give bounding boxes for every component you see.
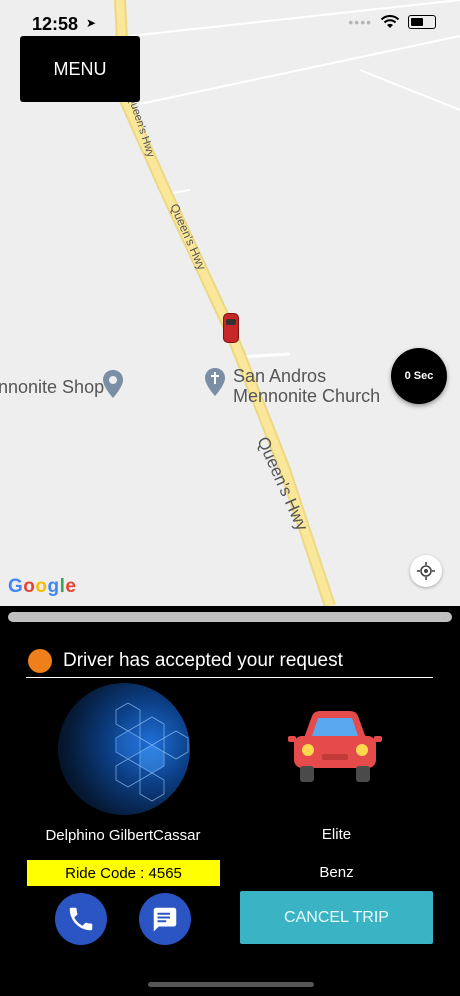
- car-type: Elite: [321, 826, 352, 843]
- status-time: 12:58: [32, 14, 79, 34]
- google-logo: Google: [8, 576, 77, 597]
- cancel-trip-button[interactable]: CANCEL TRIP: [240, 891, 433, 944]
- trip-panel: Driver has accepted your request Delphin…: [0, 606, 460, 996]
- drag-handle[interactable]: [8, 612, 452, 622]
- menu-button[interactable]: MENU: [20, 36, 140, 102]
- shop-label: nnonite Shop: [0, 377, 105, 397]
- status-indicator-dot: [28, 649, 52, 673]
- trip-status-text: Driver has accepted your request: [63, 650, 343, 671]
- church-label-line2: Mennonite Church: [233, 386, 381, 406]
- divider: [26, 677, 433, 678]
- crosshair-icon: [417, 562, 435, 580]
- road-label-middle: Queen's Hwy: [167, 202, 209, 273]
- my-location-button[interactable]: [410, 555, 442, 587]
- driver-avatar: [58, 683, 190, 815]
- church-pin-icon[interactable]: [204, 367, 226, 397]
- message-driver-button[interactable]: [139, 893, 191, 945]
- church-label-line1: San Andros: [233, 366, 327, 386]
- signal-dots-icon: ••••: [348, 14, 372, 30]
- ride-code: Ride Code : 4565: [27, 860, 220, 886]
- phone-icon: [69, 907, 93, 931]
- driver-car-marker: [223, 313, 239, 343]
- timer-badge: 0 Sec: [391, 348, 447, 404]
- location-arrow-icon: ➤: [86, 16, 97, 30]
- car-model: Benz: [319, 864, 354, 881]
- car-icon: [288, 711, 382, 782]
- church-label: San Andros Mennonite Church: [233, 366, 380, 406]
- home-indicator: [148, 982, 314, 987]
- call-driver-button[interactable]: [55, 893, 107, 945]
- wifi-icon: [380, 15, 400, 28]
- shop-pin-icon[interactable]: [102, 369, 124, 399]
- battery-icon: [408, 15, 436, 29]
- driver-name: Delphino GilbertCassar: [45, 827, 201, 844]
- message-icon: [153, 907, 177, 932]
